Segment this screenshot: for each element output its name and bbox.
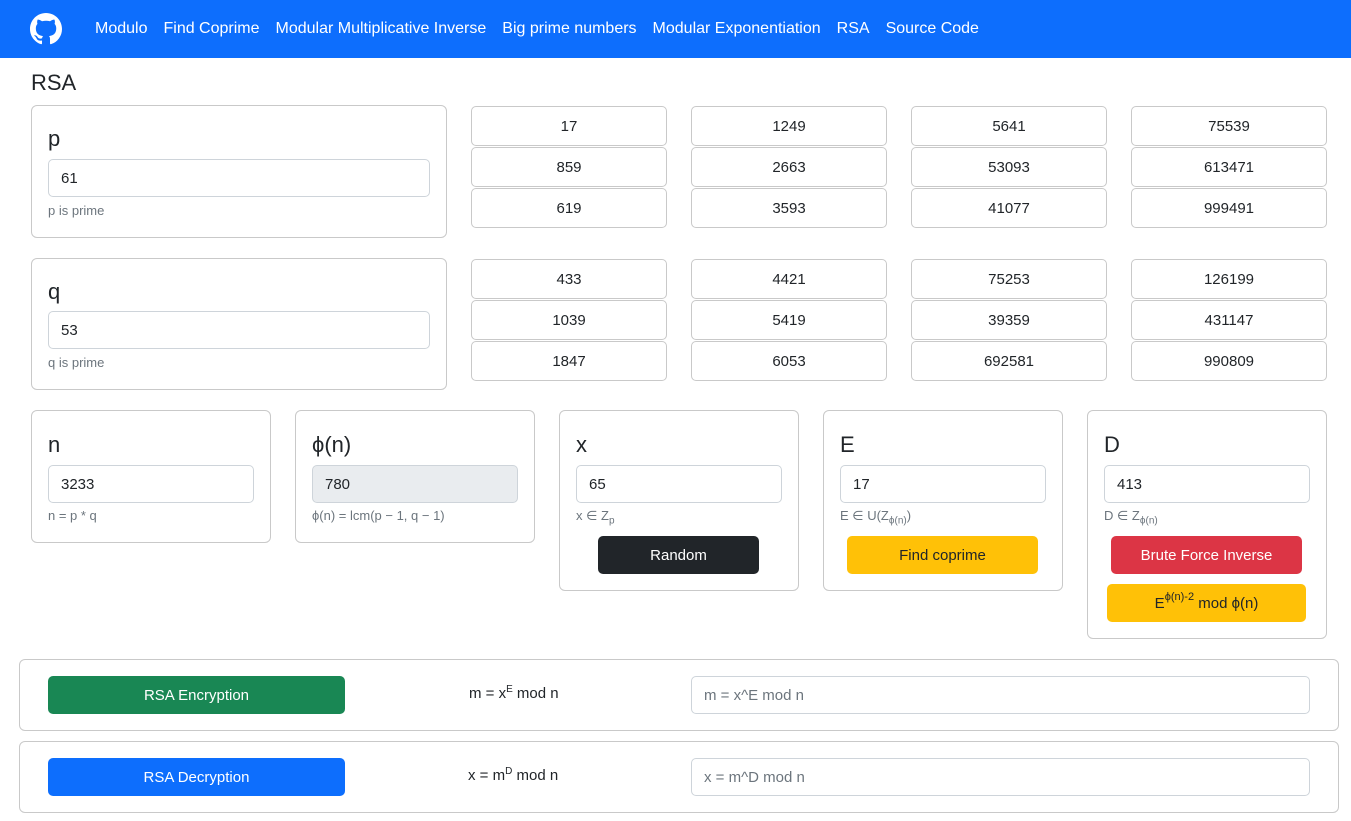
x-card: x 65 x ∈ Zp Random (559, 410, 799, 591)
n-label: n (48, 432, 61, 457)
q-prime-button[interactable]: 431147 (1131, 300, 1327, 340)
decryption-formula: x = mD mod n (468, 766, 559, 784)
encryption-result-input[interactable]: m = x^E mod n (691, 676, 1310, 714)
encryption-formula-exponent: E (506, 684, 513, 695)
p-prime-button[interactable]: 3593 (691, 188, 887, 228)
phi-card: ϕ(n) 780 ϕ(n) = lcm(p − 1, q − 1) (295, 410, 535, 543)
nav-find-coprime[interactable]: Find Coprime (163, 20, 259, 38)
p-prime-button[interactable]: 53093 (911, 147, 1107, 187)
p-prime-button[interactable]: 619 (471, 188, 667, 228)
q-prime-button[interactable]: 1847 (471, 341, 667, 381)
encryption-formula-mod: mod n (512, 685, 559, 702)
p-prime-button[interactable]: 859 (471, 147, 667, 187)
nav-rsa[interactable]: RSA (837, 20, 870, 38)
p-prime-button[interactable]: 999491 (1131, 188, 1327, 228)
p-prime-button[interactable]: 17 (471, 106, 667, 146)
decryption-formula-base: x = m (468, 767, 506, 784)
euler-inverse-button[interactable]: Eϕ(n)-2 mod ϕ(n) (1107, 584, 1306, 622)
p-prime-button[interactable]: 75539 (1131, 106, 1327, 146)
euler-exponent: ϕ(n)-2 (1164, 591, 1195, 603)
d-label: D (1104, 432, 1120, 457)
phi-help: ϕ(n) = lcm(p − 1, q − 1) (312, 508, 445, 523)
q-prime-button[interactable]: 1039 (471, 300, 667, 340)
x-help-sub: p (609, 515, 615, 527)
page-title: RSA (31, 70, 77, 95)
e-help-close: ) (906, 508, 912, 523)
decryption-formula-mod: mod n (512, 767, 559, 784)
euler-base: E (1154, 594, 1165, 612)
q-help: q is prime (48, 355, 105, 370)
nav-big-primes[interactable]: Big prime numbers (502, 20, 636, 38)
rsa-encryption-button[interactable]: RSA Encryption (48, 676, 345, 714)
navbar: Modulo Find Coprime Modular Multiplicati… (0, 0, 1351, 58)
github-icon[interactable] (30, 13, 62, 45)
p-prime-button[interactable]: 613471 (1131, 147, 1327, 187)
d-input[interactable]: 413 (1104, 465, 1310, 503)
nav-modular-exponentiation[interactable]: Modular Exponentiation (653, 20, 821, 38)
encryption-formula: m = xE mod n (469, 684, 559, 702)
q-card: q 53 q is prime (31, 258, 447, 390)
q-prime-button[interactable]: 126199 (1131, 259, 1327, 299)
encryption-formula-base: m = x (469, 685, 507, 702)
random-button[interactable]: Random (598, 536, 759, 574)
decryption-result-input[interactable]: x = m^D mod n (691, 758, 1310, 796)
euler-rest: mod ϕ(n) (1194, 594, 1259, 612)
nav-source-code[interactable]: Source Code (886, 20, 979, 38)
brute-force-inverse-button[interactable]: Brute Force Inverse (1111, 536, 1302, 574)
n-help: n = p * q (48, 508, 97, 523)
n-card: n 3233 n = p * q (31, 410, 271, 543)
d-help-text: D ∈ Z (1104, 508, 1140, 523)
q-prime-button[interactable]: 433 (471, 259, 667, 299)
e-help-sub: ϕ(n) (888, 515, 907, 527)
q-prime-button[interactable]: 39359 (911, 300, 1107, 340)
rsa-decryption-button[interactable]: RSA Decryption (48, 758, 345, 796)
decryption-card: RSA Decryption x = mD mod n x = m^D mod … (19, 741, 1339, 813)
q-input[interactable]: 53 (48, 311, 430, 349)
q-prime-button[interactable]: 4421 (691, 259, 887, 299)
q-prime-button[interactable]: 5419 (691, 300, 887, 340)
p-input[interactable]: 61 (48, 159, 430, 197)
p-card: p 61 p is prime (31, 105, 447, 238)
phi-input: 780 (312, 465, 518, 503)
x-label: x (576, 432, 587, 457)
q-prime-button[interactable]: 692581 (911, 341, 1107, 381)
nav-links: Modulo Find Coprime Modular Multiplicati… (95, 0, 979, 58)
p-label: p (48, 126, 61, 151)
n-input[interactable]: 3233 (48, 465, 254, 503)
p-prime-button[interactable]: 2663 (691, 147, 887, 187)
p-help: p is prime (48, 203, 105, 218)
e-help-text: E ∈ U(Z (840, 508, 889, 523)
x-input[interactable]: 65 (576, 465, 782, 503)
d-help-sub: ϕ(n) (1139, 515, 1158, 527)
e-help: E ∈ U(Zϕ(n)) (840, 508, 911, 527)
q-label: q (48, 279, 61, 304)
q-prime-button[interactable]: 6053 (691, 341, 887, 381)
q-prime-button[interactable]: 990809 (1131, 341, 1327, 381)
d-help: D ∈ Zϕ(n) (1104, 508, 1158, 527)
x-help: x ∈ Zp (576, 508, 615, 527)
e-label: E (840, 432, 855, 457)
q-prime-button[interactable]: 75253 (911, 259, 1107, 299)
d-card: D 413 D ∈ Zϕ(n) Brute Force Inverse Eϕ(n… (1087, 410, 1327, 639)
nav-modular-inverse[interactable]: Modular Multiplicative Inverse (276, 20, 487, 38)
phi-label: ϕ(n) (312, 432, 352, 457)
decryption-formula-exponent: D (505, 766, 513, 777)
p-prime-button[interactable]: 41077 (911, 188, 1107, 228)
p-prime-button[interactable]: 5641 (911, 106, 1107, 146)
nav-modulo[interactable]: Modulo (95, 20, 147, 38)
find-coprime-button[interactable]: Find coprime (847, 536, 1038, 574)
p-prime-button[interactable]: 1249 (691, 106, 887, 146)
e-input[interactable]: 17 (840, 465, 1046, 503)
e-card: E 17 E ∈ U(Zϕ(n)) Find coprime (823, 410, 1063, 591)
x-help-text: x ∈ Z (576, 508, 609, 523)
encryption-card: RSA Encryption m = xE mod n m = x^E mod … (19, 659, 1339, 731)
